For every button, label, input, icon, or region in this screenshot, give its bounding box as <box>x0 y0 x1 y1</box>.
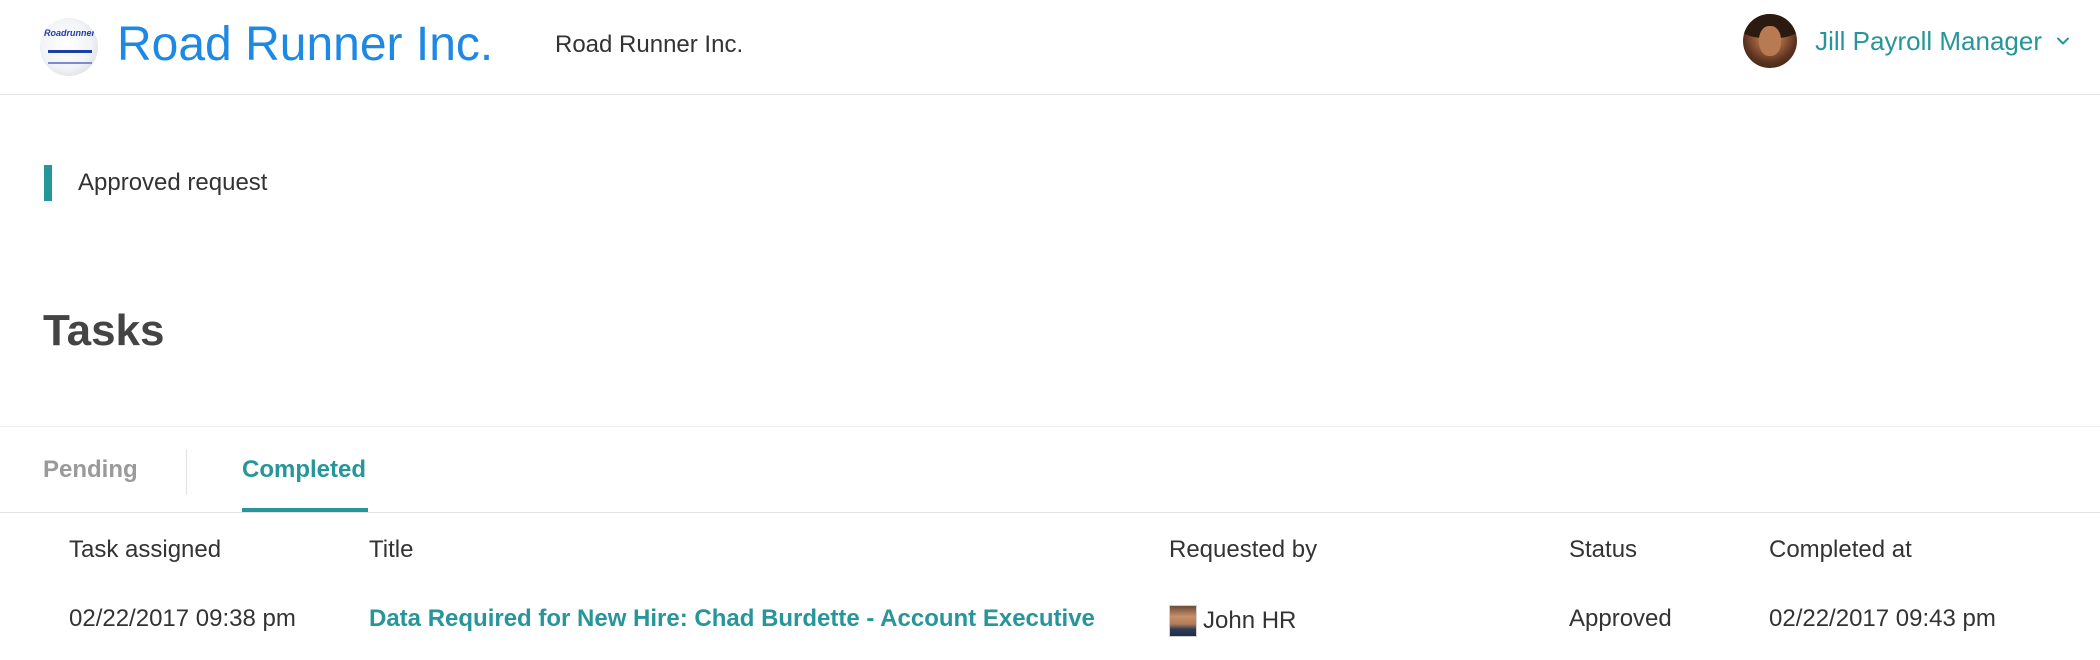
notice-text: Approved request <box>78 169 268 196</box>
task-assigned-cell: 02/22/2017 09:38 pm <box>69 605 296 632</box>
column-header-task-assigned: Task assigned <box>69 536 222 563</box>
logo-stripes <box>48 50 92 64</box>
column-header-status: Status <box>1569 536 1638 563</box>
status-notice: Approved request <box>44 165 267 201</box>
tab-divider <box>186 449 187 495</box>
task-title-link[interactable]: Data Required for New Hire: Chad Burdett… <box>369 605 1095 633</box>
user-menu[interactable]: Jill Payroll Manager <box>1743 12 2070 70</box>
status-cell: Approved <box>1569 605 1672 632</box>
logo-wordmark: Roadrunner <box>44 28 96 38</box>
user-avatar[interactable] <box>1743 14 1798 68</box>
column-header-completed-at: Completed at <box>1769 536 1912 563</box>
column-header-title: Title <box>369 536 414 563</box>
company-name[interactable]: Road Runner Inc. <box>117 17 493 73</box>
page-title: Tasks <box>43 306 165 355</box>
top-navigation-bar: Roadrunner Road Runner Inc. Road Runner … <box>0 0 2100 95</box>
requester-avatar <box>1169 605 1197 637</box>
avatar-face <box>1759 26 1782 56</box>
active-tab-indicator <box>242 508 368 512</box>
completed-at-cell: 02/22/2017 09:43 pm <box>1769 605 1996 632</box>
tab-pending[interactable]: Pending <box>43 427 138 513</box>
tab-completed[interactable]: Completed <box>242 427 368 513</box>
requested-by-cell: John HR <box>1169 605 1296 637</box>
user-name[interactable]: Jill Payroll Manager <box>1815 26 2042 57</box>
requester-name: John HR <box>1203 607 1297 634</box>
task-tabs: Pending Completed <box>0 427 2100 513</box>
column-header-requested-by: Requested by <box>1169 536 1318 563</box>
notice-accent-bar <box>44 165 52 201</box>
company-logo[interactable]: Roadrunner <box>40 18 98 76</box>
chevron-down-icon[interactable] <box>2056 34 2070 48</box>
company-subtitle: Road Runner Inc. <box>555 31 744 58</box>
